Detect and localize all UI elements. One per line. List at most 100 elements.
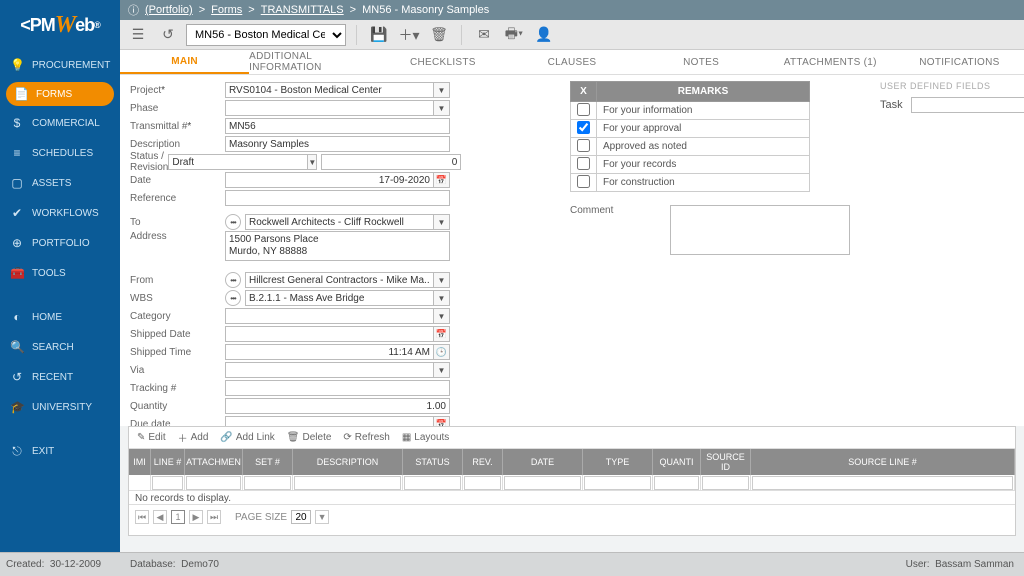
- nav-workflows[interactable]: ✔ WORKFLOWS: [0, 198, 120, 228]
- col-line[interactable]: LINE #: [151, 449, 185, 475]
- col-description[interactable]: DESCRIPTION: [293, 449, 403, 475]
- col-rev[interactable]: REV.: [463, 449, 503, 475]
- crumb-forms[interactable]: Forms: [211, 4, 242, 16]
- filter-date[interactable]: [504, 476, 581, 490]
- filter-set[interactable]: [244, 476, 291, 490]
- date-input[interactable]: [225, 172, 434, 188]
- category-input[interactable]: [225, 308, 434, 324]
- quantity-input[interactable]: [225, 398, 450, 414]
- filter-rev[interactable]: [464, 476, 501, 490]
- wbs-dd[interactable]: ▼: [434, 290, 450, 306]
- pager-prev-icon[interactable]: ◀: [153, 510, 167, 524]
- category-dd[interactable]: ▼: [434, 308, 450, 324]
- col-source-id[interactable]: SOURCE ID: [701, 449, 751, 475]
- wbs-input[interactable]: [245, 290, 434, 306]
- pager-next-icon[interactable]: ▶: [189, 510, 203, 524]
- user-icon[interactable]: 👤: [532, 23, 556, 47]
- phase-input[interactable]: [225, 100, 434, 116]
- list-icon[interactable]: ☰: [126, 23, 150, 47]
- tracking-input[interactable]: [225, 380, 450, 396]
- nav-procurement[interactable]: 💡 PROCUREMENT: [0, 50, 120, 80]
- nav-tools[interactable]: 🧰 TOOLS: [0, 258, 120, 288]
- record-selector[interactable]: MN56 - Boston Medical Center - Ma...: [186, 24, 346, 46]
- info-icon[interactable]: ⓘ: [128, 2, 139, 18]
- nav-schedules[interactable]: ≡ SCHEDULES: [0, 138, 120, 168]
- pager-first-icon[interactable]: ⏮: [135, 510, 149, 524]
- transmittal-input[interactable]: [225, 118, 450, 134]
- via-input[interactable]: [225, 362, 434, 378]
- crumb-portfolio[interactable]: (Portfolio): [145, 4, 193, 16]
- nav-exit[interactable]: ⎋ EXIT: [0, 436, 120, 466]
- description-input[interactable]: [225, 136, 450, 152]
- tab-notes[interactable]: NOTES: [637, 50, 766, 74]
- col-status[interactable]: STATUS: [403, 449, 463, 475]
- filter-sline[interactable]: [752, 476, 1013, 490]
- nav-university[interactable]: 🎓 UNIVERSITY: [0, 392, 120, 422]
- grid-add-button[interactable]: ＋Add: [178, 430, 209, 445]
- col-date[interactable]: DATE: [503, 449, 583, 475]
- from-lookup-icon[interactable]: •••: [225, 272, 241, 288]
- phase-dd[interactable]: ▼: [434, 100, 450, 116]
- print-icon[interactable]: 🖶▾: [502, 23, 526, 47]
- add-icon[interactable]: ＋▾: [397, 23, 421, 47]
- mail-icon[interactable]: ✉: [472, 23, 496, 47]
- to-input[interactable]: [245, 214, 434, 230]
- shipped-date-calendar-icon[interactable]: 📅: [434, 326, 450, 342]
- tab-checklists[interactable]: CHECKLISTS: [378, 50, 507, 74]
- page-size-dd[interactable]: ▼: [315, 510, 329, 524]
- nav-recent[interactable]: ↺ RECENT: [0, 362, 120, 392]
- filter-desc[interactable]: [294, 476, 401, 490]
- tab-notifications[interactable]: NOTIFICATIONS: [895, 50, 1024, 74]
- filter-type[interactable]: [584, 476, 651, 490]
- to-dd[interactable]: ▼: [434, 214, 450, 230]
- shipped-date-input[interactable]: [225, 326, 434, 342]
- crumb-transmittals[interactable]: TRANSMITTALS: [261, 4, 344, 16]
- project-input[interactable]: [225, 82, 434, 98]
- pager-last-icon[interactable]: ⏭: [207, 510, 221, 524]
- revision-input[interactable]: [321, 154, 461, 170]
- trash-icon[interactable]: 🗑: [427, 23, 451, 47]
- col-source-line[interactable]: SOURCE LINE #: [751, 449, 1015, 475]
- remarks-checkbox[interactable]: [577, 157, 590, 170]
- status-input[interactable]: [168, 154, 308, 170]
- remarks-checkbox[interactable]: [577, 175, 590, 188]
- from-dd[interactable]: ▼: [434, 272, 450, 288]
- nav-assets[interactable]: ▢ ASSETS: [0, 168, 120, 198]
- col-imi[interactable]: IMI: [129, 449, 151, 475]
- to-lookup-icon[interactable]: •••: [225, 214, 241, 230]
- project-dd[interactable]: ▼: [434, 82, 450, 98]
- col-type[interactable]: TYPE: [583, 449, 653, 475]
- from-input[interactable]: [245, 272, 434, 288]
- remarks-checkbox[interactable]: [577, 121, 590, 134]
- status-dd[interactable]: ▼: [308, 154, 317, 170]
- filter-stat[interactable]: [404, 476, 461, 490]
- due-calendar-icon[interactable]: 📅: [434, 416, 450, 426]
- comment-input[interactable]: [670, 205, 850, 255]
- date-calendar-icon[interactable]: 📅: [434, 172, 450, 188]
- shipped-time-input[interactable]: [225, 344, 434, 360]
- address-input[interactable]: [225, 231, 450, 261]
- wbs-lookup-icon[interactable]: •••: [225, 290, 241, 306]
- grid-addlink-button[interactable]: 🔗Add Link: [220, 432, 274, 443]
- via-dd[interactable]: ▼: [434, 362, 450, 378]
- udf-task-input[interactable]: [911, 97, 1024, 113]
- tab-attachments-[interactable]: ATTACHMENTS (1): [766, 50, 895, 74]
- history-icon[interactable]: ↺: [156, 23, 180, 47]
- pager-page[interactable]: 1: [171, 510, 185, 524]
- filter-att[interactable]: [186, 476, 241, 490]
- grid-edit-button[interactable]: ✎Edit: [137, 432, 166, 443]
- remarks-checkbox[interactable]: [577, 103, 590, 116]
- filter-sid[interactable]: [702, 476, 749, 490]
- col-quantity[interactable]: QUANTI: [653, 449, 701, 475]
- due-input[interactable]: [225, 416, 434, 426]
- nav-portfolio[interactable]: ⊕ PORTFOLIO: [0, 228, 120, 258]
- grid-layouts-button[interactable]: ▦Layouts: [402, 432, 449, 443]
- filter-qty[interactable]: [654, 476, 699, 490]
- tab-main[interactable]: MAIN: [120, 50, 249, 74]
- tab-additional-information[interactable]: ADDITIONAL INFORMATION: [249, 50, 378, 74]
- nav-search[interactable]: 🔍 SEARCH: [0, 332, 120, 362]
- filter-line[interactable]: [152, 476, 183, 490]
- grid-delete-button[interactable]: 🗑Delete: [287, 432, 332, 443]
- reference-input[interactable]: [225, 190, 450, 206]
- col-attachment[interactable]: ATTACHMEN: [185, 449, 243, 475]
